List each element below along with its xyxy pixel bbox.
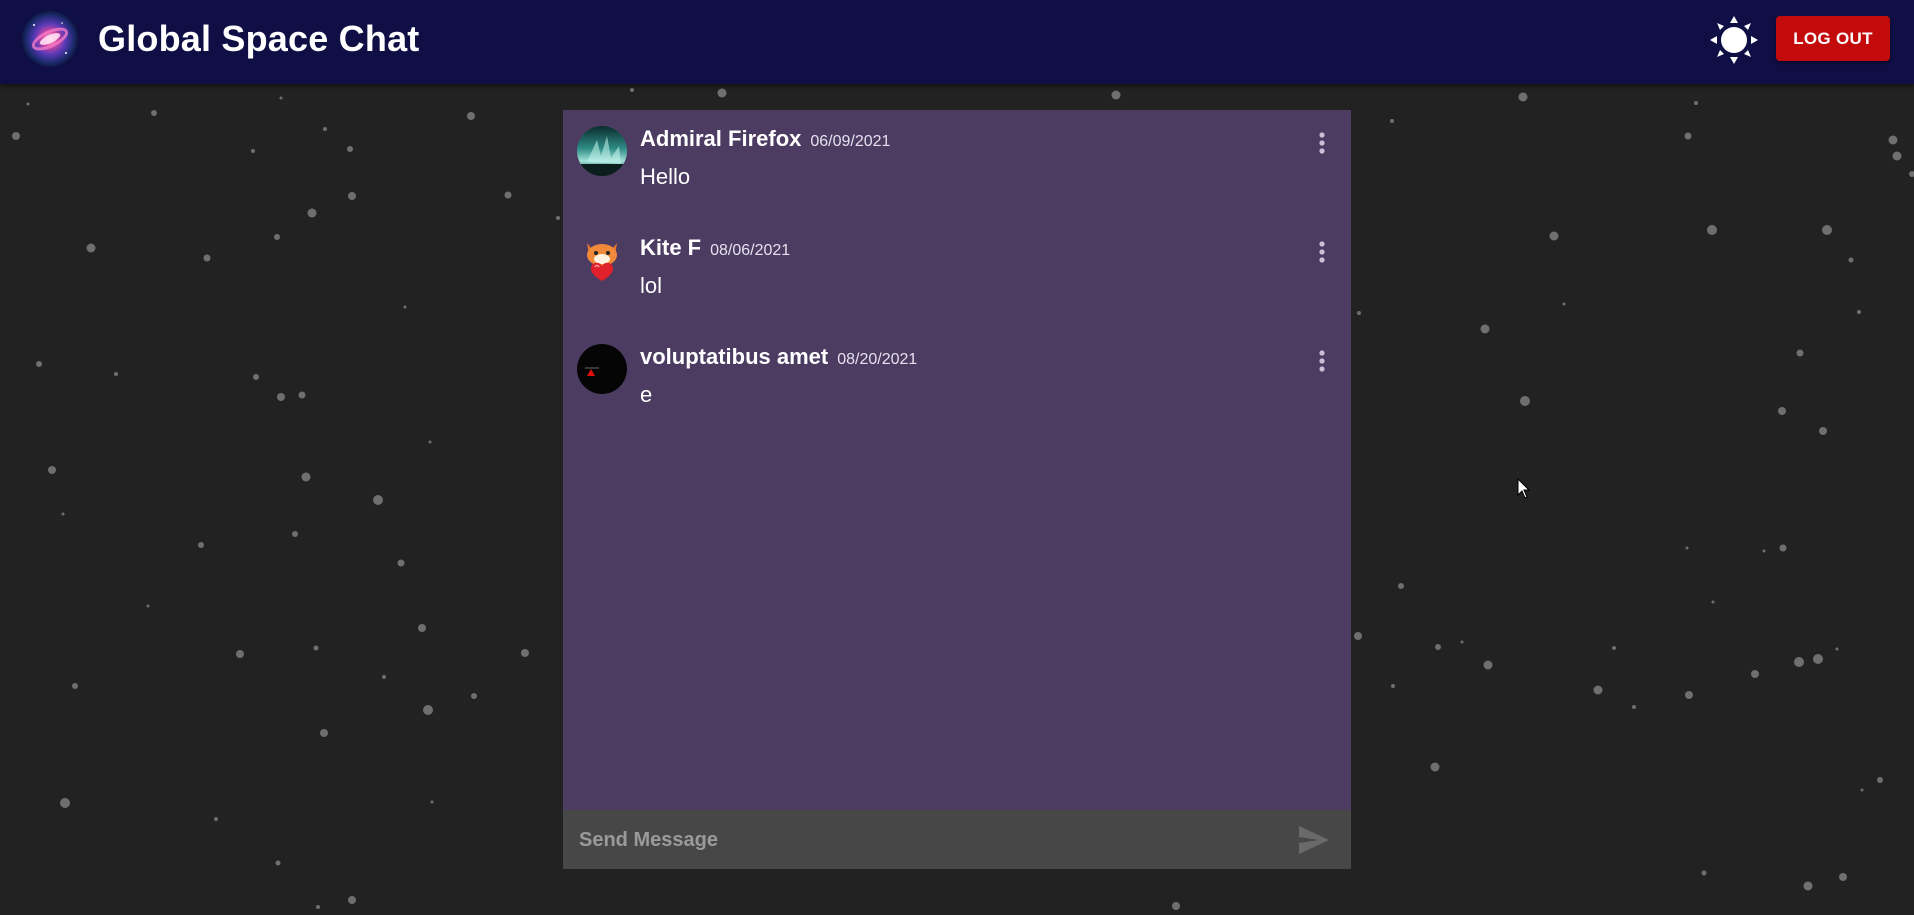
message-header: Kite F 08/06/2021 — [640, 235, 790, 261]
app-header: Global Space Chat LOG OUT — [0, 0, 1914, 84]
chat-panel: Admiral Firefox 06/09/2021 Hello Kite F … — [563, 110, 1351, 810]
message-text: e — [640, 382, 653, 407]
app-root: Global Space Chat LOG OUT Admiral Firefo… — [0, 0, 1914, 915]
message-composer — [563, 810, 1351, 869]
chat-message: Admiral Firefox 06/09/2021 Hello — [563, 110, 1351, 210]
message-input[interactable] — [577, 820, 1281, 860]
message-text: Hello — [640, 164, 691, 189]
message-author[interactable]: Admiral Firefox — [640, 126, 801, 152]
message-author[interactable]: Kite F — [640, 235, 701, 261]
galaxy-logo-icon — [22, 11, 78, 67]
mouse-cursor-icon — [1517, 478, 1531, 499]
more-vert-icon[interactable] — [1307, 237, 1337, 267]
more-vert-icon[interactable] — [1307, 346, 1337, 376]
message-header: voluptatibus amet 08/20/2021 — [640, 344, 917, 370]
chat-message: voluptatibus amet 08/20/2021 e — [563, 328, 1351, 428]
sun-icon[interactable] — [1710, 16, 1758, 64]
message-header: Admiral Firefox 06/09/2021 — [640, 126, 890, 152]
more-vert-icon[interactable] — [1307, 128, 1337, 158]
message-date: 06/09/2021 — [810, 133, 891, 150]
message-date: 08/20/2021 — [837, 351, 918, 368]
app-title: Global Space Chat — [98, 18, 420, 59]
message-date: 08/06/2021 — [710, 242, 791, 259]
message-text: lol — [640, 273, 663, 298]
message-author[interactable]: voluptatibus amet — [640, 344, 828, 370]
dark-avatar[interactable] — [577, 344, 627, 394]
aurora-avatar[interactable] — [577, 126, 627, 176]
chat-message: Kite F 08/06/2021 lol — [563, 219, 1351, 319]
logout-button[interactable]: LOG OUT — [1776, 16, 1890, 61]
send-icon[interactable] — [1297, 824, 1331, 856]
fox-heart-avatar[interactable] — [577, 235, 627, 285]
